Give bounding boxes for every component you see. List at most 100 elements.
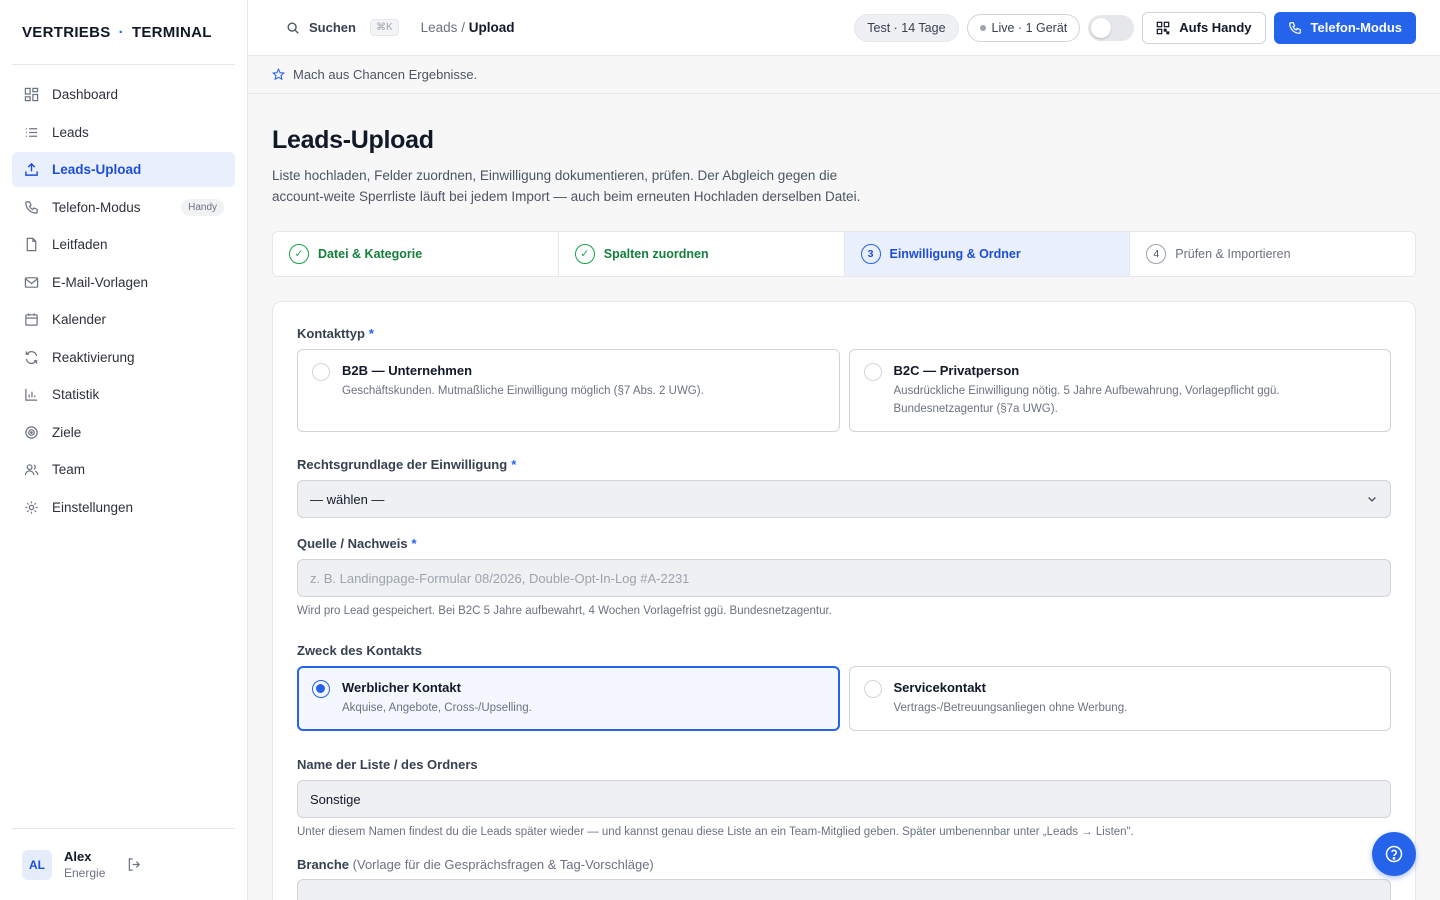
field-label-text: Kontakttyp — [297, 326, 365, 341]
document-icon — [23, 237, 39, 253]
list-name-help-text: Unter diesem Namen findest du die Leads … — [297, 826, 1134, 838]
live-toggle[interactable] — [1088, 14, 1135, 41]
source-input[interactable]: z. B. Landingpage-Formular 08/2026, Doub… — [297, 559, 1391, 597]
phone-mode-button-label: Telefon-Modus — [1310, 20, 1402, 35]
sidebar-item-leads-upload[interactable]: Leads-Upload — [12, 152, 235, 187]
sidebar-item-label: Leads — [52, 124, 89, 140]
radio-button[interactable] — [312, 363, 330, 381]
users-icon — [23, 462, 39, 478]
option-b2c[interactable]: B2C — Privatperson Ausdrückliche Einwill… — [848, 349, 1391, 432]
step-file-category[interactable]: ✓ Datei & Kategorie — [273, 232, 559, 276]
breadcrumb-current: Upload — [468, 20, 515, 35]
step-number: 4 — [1146, 244, 1167, 264]
page-description: Liste hochladen, Felder zuordnen, Einwil… — [272, 168, 861, 204]
user-name: Alex — [64, 849, 92, 864]
calendar-icon — [23, 312, 39, 328]
source-help-text: Wird pro Lead gespeichert. Bei B2C 5 Jah… — [297, 605, 832, 617]
step-label: Spalten zuordnen — [603, 247, 709, 261]
sidebar-item-label: Leitfaden — [52, 237, 108, 252]
stepper: ✓ Datei & Kategorie ✓ Spalten zuordnen 3… — [272, 231, 1416, 277]
search-label: Suchen — [309, 20, 356, 35]
live-status-label: Live · 1 Gerät — [991, 20, 1068, 35]
sidebar-item-label: Team — [52, 462, 86, 477]
select-value: — wählen — — [310, 491, 385, 507]
radio-button[interactable] — [312, 680, 330, 698]
source-label: Quelle / Nachweis * — [297, 536, 1391, 551]
sidebar-item-kalender[interactable]: Kalender — [12, 302, 235, 337]
refresh-icon — [23, 349, 39, 365]
chevron-down-icon — [1366, 493, 1378, 505]
star-icon — [272, 68, 285, 81]
list-name-input[interactable]: Sonstige — [297, 780, 1391, 818]
option-title: B2B — Unternehmen — [342, 363, 473, 378]
purpose-options: Werblicher Kontakt Akquise, Angebote, Cr… — [297, 666, 1391, 731]
sidebar-item-leitfaden[interactable]: Leitfaden — [12, 227, 235, 262]
step-label: Einwilligung & Ordner — [889, 247, 1021, 261]
status-dot — [979, 24, 986, 31]
phone-mode-button[interactable]: Telefon-Modus — [1273, 11, 1416, 44]
sidebar-item-reaktivierung[interactable]: Reaktivierung — [12, 340, 235, 375]
sidebar-item-einstellungen[interactable]: Einstellungen — [12, 490, 235, 525]
main-content: Leads-Upload Liste hochladen, Felder zuo… — [272, 94, 1416, 900]
brand-dot: · — [118, 23, 124, 41]
live-status: Live · 1 Gerät — [966, 13, 1081, 42]
option-b2b[interactable]: B2B — Unternehmen Geschäftskunden. Mutma… — [297, 349, 840, 432]
option-content: Werblicher Kontakt Akquise, Angebote, Cr… — [342, 680, 532, 717]
industry-select[interactable] — [297, 879, 1391, 900]
purpose-label: Zweck des Kontakts — [297, 643, 422, 658]
help-button[interactable] — [1372, 832, 1416, 876]
gear-icon — [23, 499, 39, 515]
trial-badge: Test · 14 Tage — [854, 13, 959, 42]
step-map-columns[interactable]: ✓ Spalten zuordnen — [559, 232, 845, 276]
sidebar-item-label: E-Mail-Vorlagen — [52, 274, 149, 290]
sidebar-item-team[interactable]: Team — [12, 452, 235, 487]
mobile-button-label: Aufs Handy — [1179, 20, 1252, 35]
topbar: Suchen ⌘K Leads / Upload Test · 14 Tage … — [248, 0, 1440, 56]
avatar[interactable]: AL — [22, 849, 52, 880]
toggle-knob — [1091, 17, 1112, 38]
option-advertising-contact[interactable]: Werblicher Kontakt Akquise, Angebote, Cr… — [297, 666, 840, 731]
sidebar-item-ziele[interactable]: Ziele — [12, 415, 235, 450]
sidebar-item-label: Ziele — [52, 424, 82, 440]
help-icon — [1384, 844, 1404, 864]
banner-text: Mach aus Chancen Ergebnisse. — [293, 67, 478, 82]
radio-button[interactable] — [863, 363, 882, 381]
industry-label: Branche (Vorlage für die Gesprächsfragen… — [297, 857, 1391, 872]
sidebar-item-statistik[interactable]: Statistik — [12, 377, 235, 412]
required-marker: * — [511, 457, 517, 472]
sidebar-item-dashboard[interactable]: Dashboard — [12, 77, 235, 112]
option-content: B2B — Unternehmen Geschäftskunden. Mutma… — [342, 363, 704, 400]
grid-icon — [23, 87, 39, 103]
sidebar-item-email-vorlagen[interactable]: E-Mail-Vorlagen — [12, 265, 235, 300]
step-consent-folder[interactable]: 3 Einwilligung & Ordner — [844, 232, 1131, 276]
sidebar-item-label: Telefon-Modus — [52, 199, 141, 215]
sidebar-item-label: Statistik — [52, 387, 100, 402]
option-description: Vertrags-/Betreuungsanliegen ohne Werbun… — [893, 702, 1128, 714]
sidebar-nav: Dashboard Leads Leads-Upload Telefon-Mod… — [0, 65, 247, 525]
logout-icon[interactable] — [127, 857, 142, 872]
legal-basis-select[interactable]: — wählen — — [297, 480, 1391, 518]
mobile-button[interactable]: Aufs Handy — [1142, 11, 1266, 44]
topbar-actions: Test · 14 Tage Live · 1 Gerät Aufs Handy… — [854, 11, 1416, 44]
consent-form-card: Kontakttyp * B2B — Unternehmen Geschäftsk… — [272, 301, 1416, 900]
option-description: Akquise, Angebote, Cross-/Upselling. — [342, 702, 532, 714]
option-title: Servicekontakt — [893, 680, 987, 695]
sidebar-item-telefon-modus[interactable]: Telefon-Modus Handy — [12, 190, 235, 225]
brand-left: VERTRIEBS — [22, 23, 111, 41]
sidebar-item-leads[interactable]: Leads — [12, 115, 235, 150]
brand-logo[interactable]: VERTRIEBS · TERMINAL — [0, 0, 247, 64]
option-service-contact[interactable]: Servicekontakt Vertrags-/Betreuungsanlie… — [848, 666, 1391, 731]
search-shortcut: ⌘K — [369, 19, 399, 36]
required-marker: * — [368, 326, 374, 341]
sidebar-item-label: Leads-Upload — [52, 162, 142, 177]
step-review-import[interactable]: 4 Prüfen & Importieren — [1130, 232, 1415, 276]
radio-button[interactable] — [863, 680, 882, 698]
user-info: Alex Energie — [64, 849, 105, 880]
field-label-text: Quelle / Nachweis — [297, 536, 408, 551]
search-button[interactable]: Suchen ⌘K — [286, 19, 399, 36]
breadcrumb-parent[interactable]: Leads — [421, 20, 458, 35]
breadcrumb: Leads / Upload — [421, 20, 515, 35]
option-content: B2C — Privatperson Ausdrückliche Einwill… — [894, 363, 1377, 418]
phone-icon — [1288, 21, 1302, 35]
check-icon: ✓ — [574, 244, 595, 264]
